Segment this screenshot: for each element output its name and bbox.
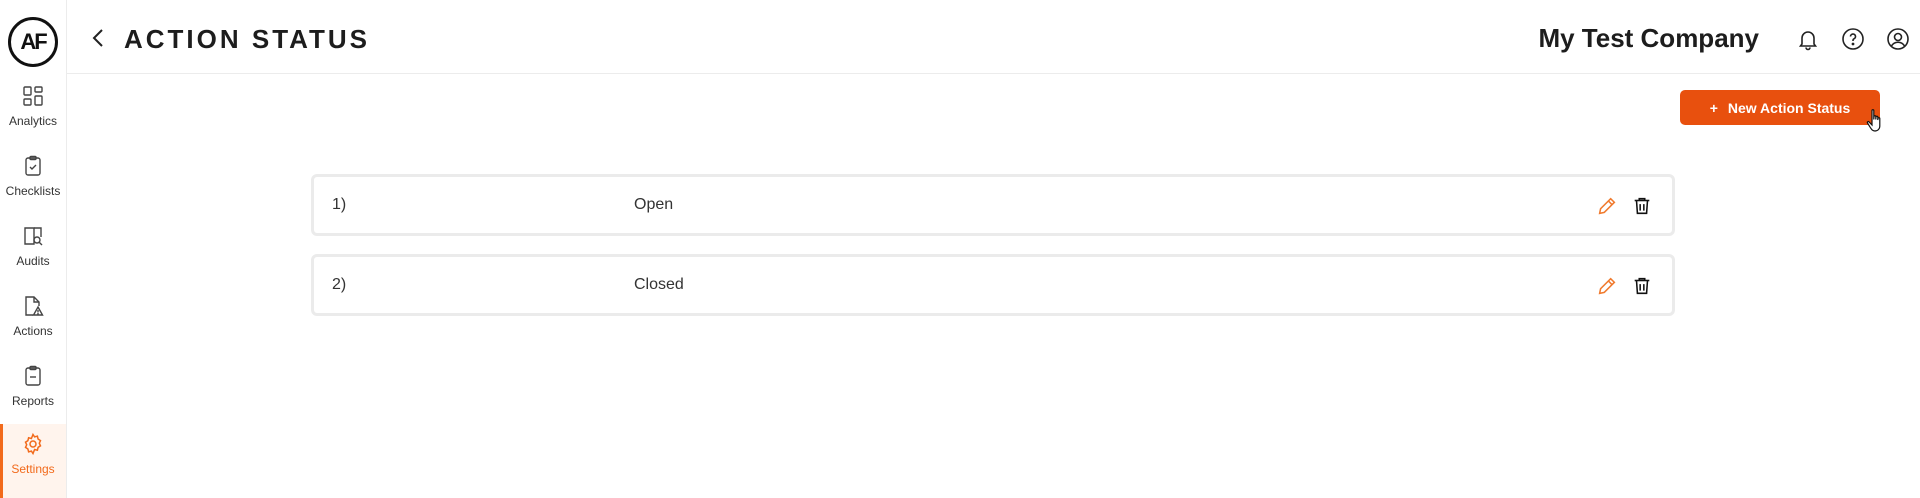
sidebar-item-audits[interactable]: Audits (0, 224, 66, 286)
sidebar: AF Analytics Checklists Audits Actions R… (0, 0, 67, 498)
user-icon[interactable] (1886, 27, 1910, 51)
new-action-status-button[interactable]: + New Action Status (1680, 90, 1880, 125)
app-logo[interactable]: AF (8, 17, 58, 67)
page-title: ACTION STATUS (124, 24, 371, 54)
app-root: AF Analytics Checklists Audits Actions R… (0, 0, 1920, 498)
sidebar-item-label: Actions (13, 324, 53, 338)
dashboard-grid-icon (23, 86, 43, 106)
gear-icon (24, 432, 42, 456)
status-name: Open (634, 196, 674, 213)
sidebar-item-label: Audits (16, 254, 50, 268)
sidebar-item-label: Settings (11, 462, 55, 476)
clipboard-icon (25, 365, 41, 386)
trash-icon[interactable] (1631, 275, 1653, 297)
top-header: ACTION STATUS My Test Company (67, 0, 1920, 74)
sidebar-item-label: Reports (11, 394, 55, 408)
company-name: My Test Company (1538, 23, 1759, 53)
trash-icon[interactable] (1631, 195, 1653, 217)
new-button-label: New Action Status (1727, 99, 1851, 116)
status-name: Closed (634, 276, 684, 293)
document-warning-icon (25, 296, 44, 316)
plus-icon: + (1709, 99, 1718, 116)
sidebar-item-analytics[interactable]: Analytics (0, 84, 66, 146)
sidebar-item-checklists[interactable]: Checklists (0, 154, 66, 216)
hand-cursor-icon (1866, 109, 1881, 132)
row-number: 2) (332, 276, 347, 293)
sidebar-item-reports[interactable]: Reports (0, 364, 66, 426)
help-icon[interactable] (1841, 27, 1865, 51)
sidebar-item-label: Checklists (5, 184, 61, 198)
pencil-icon[interactable] (1596, 275, 1618, 297)
back-arrow-icon[interactable] (87, 26, 109, 50)
bell-icon[interactable] (1796, 27, 1820, 51)
sidebar-item-actions[interactable]: Actions (0, 294, 66, 356)
status-row: 2) Closed (311, 254, 1675, 316)
sidebar-item-settings[interactable]: Settings (0, 424, 66, 498)
document-search-icon (24, 227, 43, 246)
status-row: 1) Open (311, 174, 1675, 236)
sidebar-item-label: Analytics (8, 114, 58, 128)
pencil-icon[interactable] (1596, 195, 1618, 217)
row-number: 1) (332, 196, 347, 213)
clipboard-check-icon (25, 155, 41, 176)
